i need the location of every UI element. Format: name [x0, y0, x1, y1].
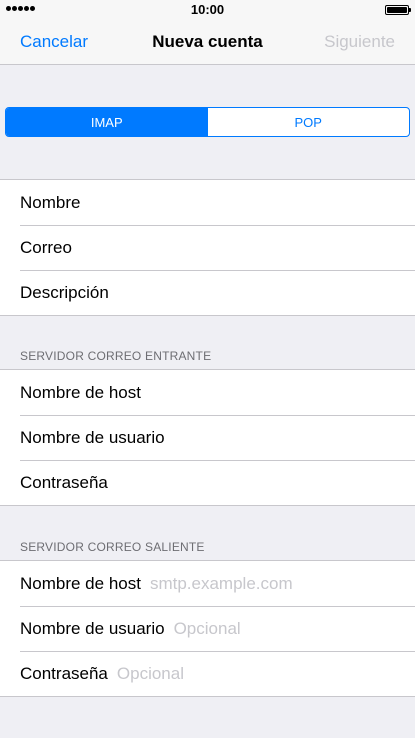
description-field[interactable]: Descripción — [0, 270, 415, 315]
outgoing-username-field[interactable]: Nombre de usuario Opcional — [0, 606, 415, 651]
outgoing-host-field[interactable]: Nombre de host smtp.example.com — [0, 561, 415, 606]
incoming-server-header: SERVIDOR CORREO ENTRANTE — [20, 349, 212, 363]
name-field[interactable]: Nombre — [0, 180, 415, 225]
incoming-server-group: Nombre de host Nombre de usuario Contras… — [0, 369, 415, 506]
outgoing-username-placeholder: Opcional — [173, 618, 241, 638]
next-button[interactable]: Siguiente — [324, 32, 395, 52]
incoming-username-label: Nombre de usuario — [20, 427, 165, 447]
outgoing-username-label: Nombre de usuario — [20, 618, 165, 638]
outgoing-host-placeholder: smtp.example.com — [149, 573, 293, 593]
incoming-host-label: Nombre de host — [20, 382, 141, 402]
outgoing-host-label: Nombre de host — [20, 573, 141, 593]
status-bar: 10:00 — [0, 0, 415, 20]
incoming-username-field[interactable]: Nombre de usuario — [0, 415, 415, 460]
outgoing-server-group: Nombre de host smtp.example.com Nombre d… — [0, 560, 415, 697]
outgoing-password-placeholder: Opcional — [116, 663, 184, 683]
account-info-group: Nombre Correo Descripción — [0, 179, 415, 316]
incoming-password-label: Contraseña — [20, 472, 108, 492]
outgoing-password-field[interactable]: Contraseña Opcional — [0, 651, 415, 696]
incoming-password-field[interactable]: Contraseña — [0, 460, 415, 505]
email-label: Correo — [20, 237, 72, 257]
name-label: Nombre — [20, 192, 81, 212]
segment-pop[interactable]: POP — [208, 108, 410, 136]
outgoing-password-label: Contraseña — [20, 663, 108, 683]
account-type-segmented-control: IMAP POP — [5, 107, 410, 137]
description-label: Descripción — [20, 282, 109, 302]
status-time: 10:00 — [190, 2, 225, 17]
segment-imap[interactable]: IMAP — [6, 108, 208, 136]
navigation-bar: Cancelar Nueva cuenta Siguiente — [0, 20, 415, 65]
email-field[interactable]: Correo — [0, 225, 415, 270]
battery-icon — [385, 5, 411, 15]
outgoing-server-header: SERVIDOR CORREO SALIENTE — [20, 540, 205, 554]
incoming-host-field[interactable]: Nombre de host — [0, 370, 415, 415]
